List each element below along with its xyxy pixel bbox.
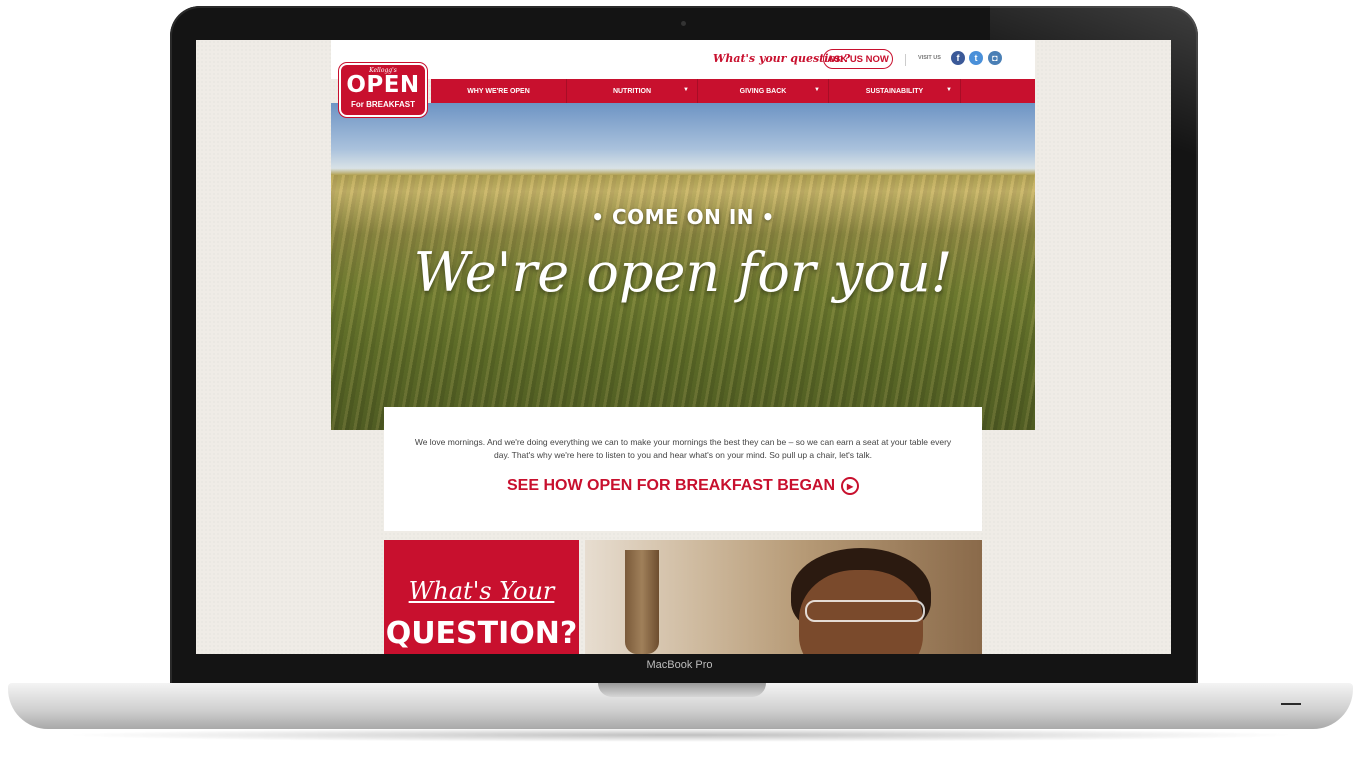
facebook-icon[interactable]: f xyxy=(951,51,965,65)
camera xyxy=(681,21,686,26)
divider xyxy=(905,54,906,66)
caret-down-icon: ▼ xyxy=(946,87,952,93)
woman-photo xyxy=(585,540,982,654)
hero-subtitle: • COME ON IN • xyxy=(591,205,775,229)
nav-item-sustainability[interactable]: SUSTAINABILITY ▼ xyxy=(829,79,961,103)
device-label: MacBook Pro xyxy=(646,659,713,671)
tile-line2: QUESTION? xyxy=(385,616,578,651)
instagram-icon[interactable]: ◘ xyxy=(988,51,1002,65)
nav-item-label: NUTRITION xyxy=(612,87,652,95)
hero-banner: • COME ON IN • We're open for you! xyxy=(331,103,1035,430)
twitter-icon[interactable]: t xyxy=(969,51,983,65)
caret-down-icon: ▼ xyxy=(683,87,689,93)
cta-label: SEE HOW OPEN FOR BREAKFAST BEGAN xyxy=(506,477,836,494)
ask-us-now-button[interactable]: ASK US NOW xyxy=(823,49,893,69)
nav-item-label: GIVING BACK xyxy=(739,87,787,95)
top-bar: What's your question? ASK US NOW VISIT U… xyxy=(331,40,1035,79)
open-for-breakfast-logo[interactable]: Kellogg's OPEN For BREAKFAST xyxy=(338,62,428,118)
curtain xyxy=(625,550,659,654)
status-led xyxy=(1281,703,1301,705)
tile-line1: What's Your xyxy=(408,577,555,605)
nav-item-label: SUSTAINABILITY xyxy=(865,87,924,95)
laptop-shadow xyxy=(60,728,1300,742)
website: What's your question? ASK US NOW VISIT U… xyxy=(331,40,1035,654)
intro-panel: We love mornings. And we're doing everyt… xyxy=(384,407,982,531)
whats-your-question-tile[interactable]: What's Your QUESTION? xyxy=(384,540,579,654)
laptop-screen: What's your question? ASK US NOW VISIT U… xyxy=(196,40,1171,654)
play-icon: ▶ xyxy=(841,477,860,495)
nav-item-nutrition[interactable]: NUTRITION ▼ xyxy=(567,79,698,103)
main-nav: WHY WE'RE OPEN NUTRITION ▼ GIVING BACK ▼… xyxy=(431,79,1035,103)
glasses xyxy=(805,600,925,622)
hero-title: We're open for you! xyxy=(413,241,953,304)
nav-item-label: WHY WE'RE OPEN xyxy=(467,87,530,95)
caret-down-icon: ▼ xyxy=(814,87,820,93)
nav-item-why-were-open[interactable]: WHY WE'RE OPEN xyxy=(431,79,567,103)
visit-us-label: VISIT US xyxy=(918,55,941,61)
logo-line2: For BREAKFAST xyxy=(351,100,415,109)
intro-text: We love mornings. And we're doing everyt… xyxy=(414,437,952,460)
nav-item-giving-back[interactable]: GIVING BACK ▼ xyxy=(698,79,829,103)
laptop-notch xyxy=(598,683,766,697)
see-how-began-link[interactable]: SEE HOW OPEN FOR BREAKFAST BEGAN ▶ xyxy=(384,477,982,495)
logo-line1: OPEN xyxy=(346,72,420,98)
